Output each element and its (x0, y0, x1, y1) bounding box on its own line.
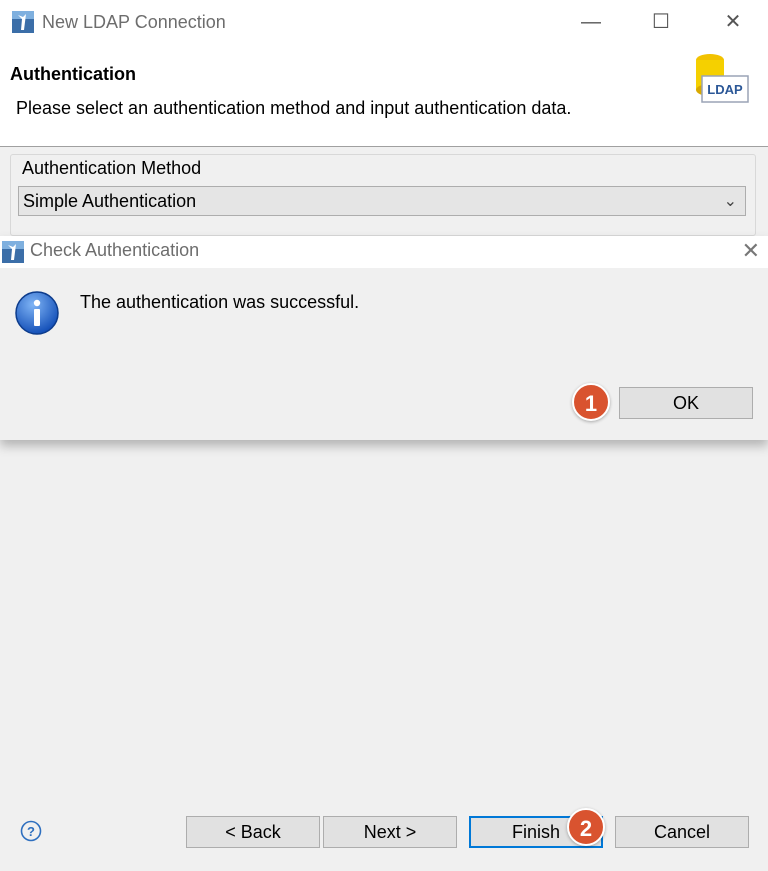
step-badge-1: 1 (572, 383, 610, 421)
dialog-title: Check Authentication (30, 240, 200, 260)
check-auth-dialog: Check Authentication ✕ The authenticatio… (0, 236, 768, 440)
info-icon (15, 291, 59, 335)
help-icon[interactable]: ? (20, 820, 42, 842)
auth-method-value: Simple Authentication (23, 191, 197, 211)
next-button[interactable]: Next > (323, 816, 457, 848)
dialog-titlebar: Check Authentication ✕ (0, 236, 768, 268)
dialog-message: The authentication was successful. (80, 292, 360, 312)
close-icon[interactable]: ✕ (718, 11, 748, 33)
window-title: New LDAP Connection (42, 12, 226, 32)
ldap-logo-text: LDAP (707, 82, 743, 97)
window-titlebar: New LDAP Connection — ☐ ✕ (0, 0, 768, 44)
ok-button[interactable]: OK (619, 387, 753, 419)
maximize-icon[interactable]: ☐ (646, 11, 676, 33)
chevron-down-icon: ⌄ (723, 193, 737, 210)
app-icon (2, 241, 24, 263)
auth-method-select[interactable]: Simple Authentication ⌄ (18, 186, 746, 216)
page-description: Please select an authentication method a… (16, 98, 572, 118)
auth-method-label: Authentication Method (20, 158, 204, 179)
svg-text:?: ? (27, 824, 35, 839)
wizard-header: Authentication Please select an authenti… (0, 44, 768, 147)
page-title: Authentication (10, 64, 136, 84)
app-icon (12, 11, 34, 33)
dialog-close-icon[interactable]: ✕ (742, 238, 760, 264)
ldap-database-icon: LDAP (696, 54, 749, 103)
minimize-icon[interactable]: — (576, 11, 606, 33)
back-button[interactable]: < Back (186, 816, 320, 848)
cancel-button[interactable]: Cancel (615, 816, 749, 848)
step-badge-2: 2 (567, 808, 605, 846)
